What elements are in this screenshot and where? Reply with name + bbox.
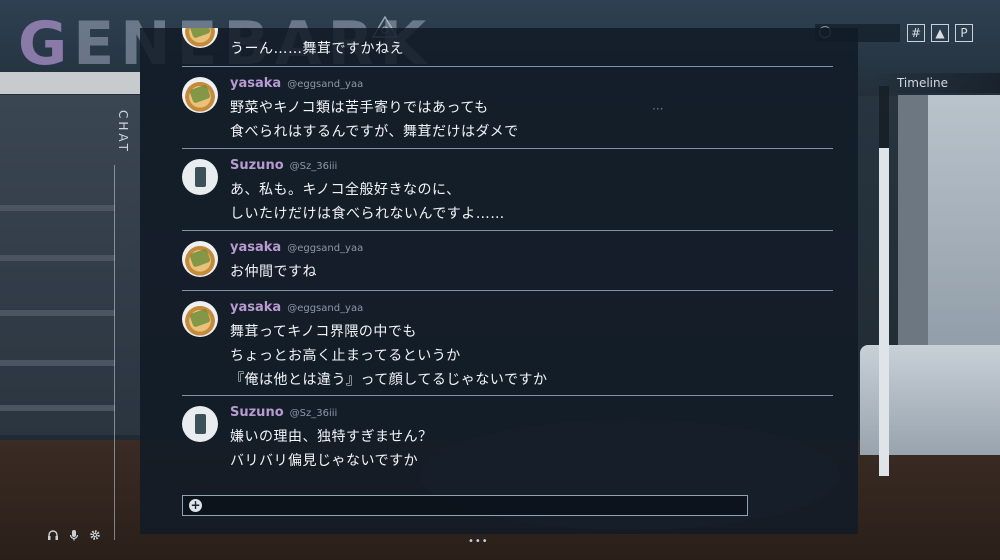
message-username[interactable]: Suzuno @Sz_36iii <box>230 405 337 420</box>
message-text: 『俺は他とは違う』って顔してるじゃないですか <box>230 372 548 388</box>
chat-side-label: CHAT <box>116 110 130 155</box>
message-text: バリバリ偏見じゃないですか <box>230 453 419 469</box>
chat-message: うーん……舞茸ですかねえ <box>182 28 833 67</box>
headphones-icon[interactable] <box>46 528 60 542</box>
avatar[interactable] <box>182 77 218 113</box>
message-text: 嫌いの理由、独特すぎません？ <box>230 429 433 445</box>
chat-message: Suzuno @Sz_36iii 嫌いの理由、独特すぎません？ バリバリ偏見じゃな… <box>182 396 833 478</box>
chat-panel: ··· うーん……舞茸ですかねえ yasaka @eggsand_yaa 野菜やキ… <box>140 28 858 534</box>
hashtag-button[interactable]: # <box>907 24 925 42</box>
message-text: 野菜やキノコ類は苦手寄りではあっても <box>230 100 489 116</box>
message-text: ちょっとお高く止まってるというか <box>230 348 461 364</box>
message-username[interactable]: yasaka @eggsand_yaa <box>230 76 363 91</box>
chat-message: yasaka @eggsand_yaa お仲間ですね <box>182 231 833 291</box>
panel-handle-dots[interactable]: ••• <box>468 536 489 547</box>
chat-message: yasaka @eggsand_yaa 舞茸ってキノコ界隈の中でも ちょっとお高く… <box>182 291 833 396</box>
avatar[interactable] <box>182 241 218 277</box>
upload-button[interactable]: ▲ <box>931 24 949 42</box>
avatar[interactable] <box>182 406 218 442</box>
message-text: 舞茸ってキノコ界隈の中でも <box>230 324 417 340</box>
message-input[interactable]: + <box>182 495 748 516</box>
message-text: うーん……舞茸ですかねえ <box>230 41 404 57</box>
message-text: お仲間ですね <box>230 264 317 280</box>
message-username[interactable]: yasaka @eggsand_yaa <box>230 300 363 315</box>
side-rail-divider <box>114 165 115 540</box>
voice-controls <box>46 528 102 542</box>
avatar[interactable] <box>182 28 218 48</box>
message-handle: @Sz_36iii <box>289 161 338 172</box>
message-handle: @eggsand_yaa <box>287 79 364 90</box>
profile-button[interactable]: P <box>955 24 973 42</box>
add-attachment-icon[interactable]: + <box>189 499 202 512</box>
timeline-label: Timeline <box>870 73 1000 93</box>
message-username[interactable]: Suzuno @Sz_36iii <box>230 158 337 173</box>
message-text: しいたけだけは食べられないんですよ…… <box>230 206 505 222</box>
chat-message: yasaka @eggsand_yaa 野菜やキノコ類は苦手寄りではあっても 食べ… <box>182 67 833 149</box>
message-handle: @Sz_36iii <box>289 408 338 419</box>
message-username[interactable]: yasaka @eggsand_yaa <box>230 240 363 255</box>
avatar[interactable] <box>182 159 218 195</box>
message-handle: @eggsand_yaa <box>287 243 364 254</box>
timeline-scroll-thumb[interactable] <box>879 148 889 476</box>
message-handle: @eggsand_yaa <box>287 303 364 314</box>
top-button-group: # ▲ P <box>907 24 973 42</box>
avatar[interactable] <box>182 301 218 337</box>
gear-icon[interactable] <box>88 528 102 542</box>
message-text: 食べられはするんですが、舞茸だけはダメで <box>230 124 519 140</box>
microphone-icon[interactable] <box>67 528 81 542</box>
message-text: あ、私も。キノコ全般好きなのに、 <box>230 182 461 198</box>
chat-message: Suzuno @Sz_36iii あ、私も。キノコ全般好きなのに、 しいたけだけは… <box>182 149 833 231</box>
